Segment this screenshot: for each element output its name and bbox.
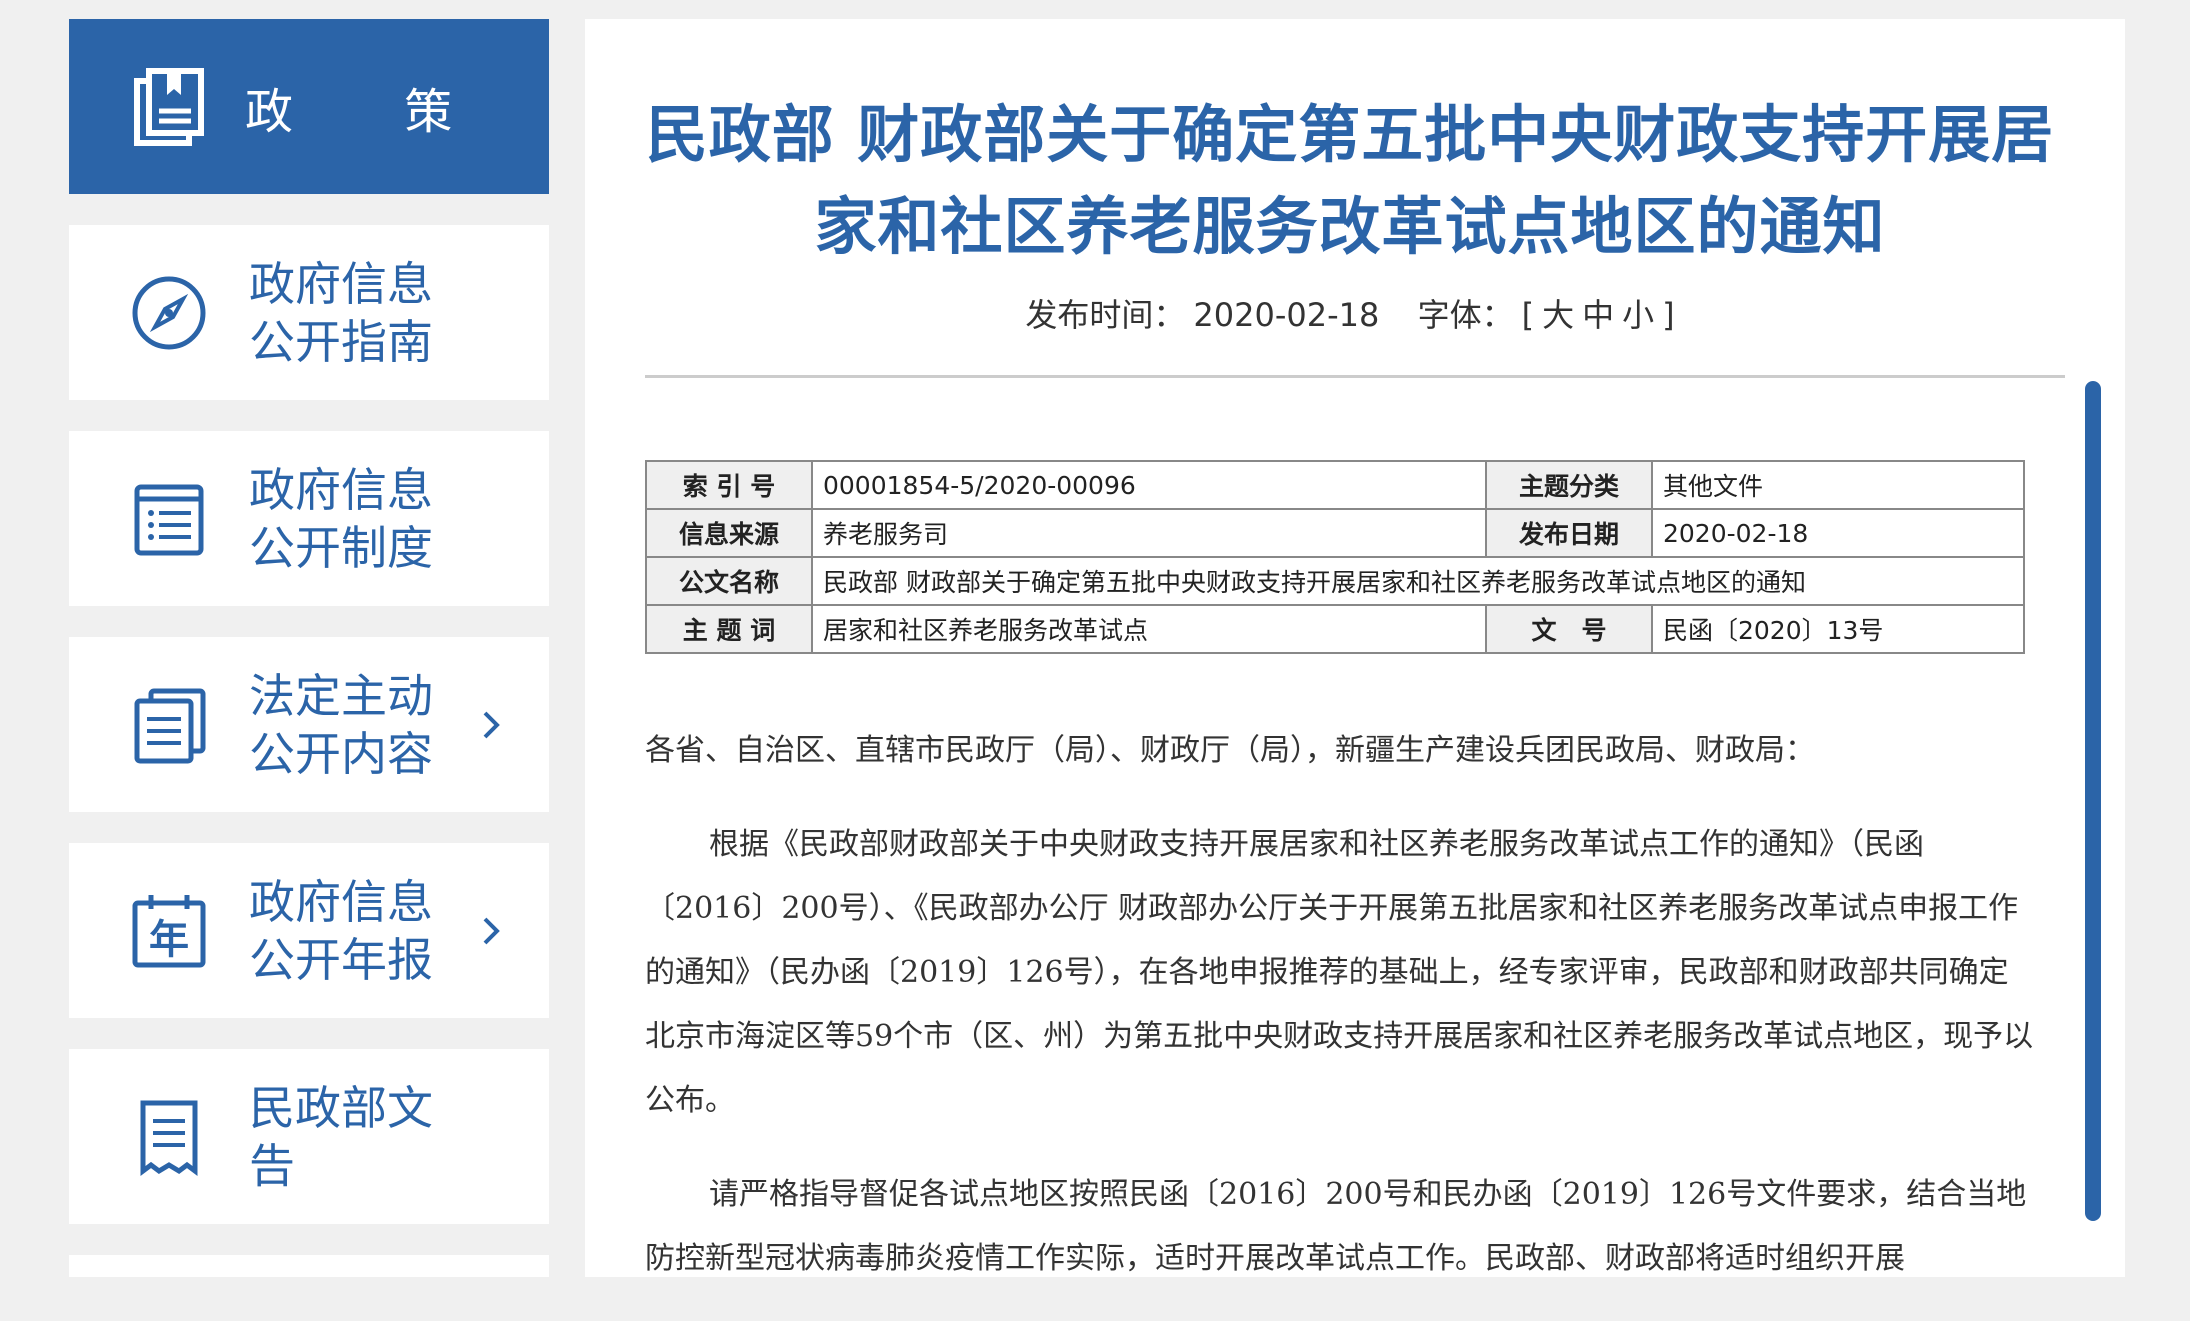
index-value: 00001854-5/2020-00096: [811, 460, 1487, 510]
svg-text:年: 年: [149, 917, 189, 963]
sidebar-item-label: 政府信息公开年报: [249, 874, 433, 987]
sidebar-item-label: 政府信息公开指南: [249, 256, 433, 369]
table-row: 公文名称 民政部 财政部关于确定第五批中央财政支持开展居家和社区养老服务改革试点…: [645, 556, 2025, 606]
sidebar-item-announcements[interactable]: 民政部文告: [69, 1049, 549, 1224]
font-bracket-close: ]: [1662, 296, 1675, 334]
date-value: 2020-02-18: [1651, 508, 2025, 558]
category-value: 其他文件: [1651, 460, 2025, 510]
sidebar-item-label: 政府信息公开制度: [249, 462, 433, 575]
date-label: 发布日期: [1485, 508, 1653, 558]
list-document-icon: [134, 484, 204, 555]
font-bracket-open: [: [1521, 296, 1535, 334]
scrollbar-thumb[interactable]: [2085, 381, 2101, 1221]
index-label: 索 引 号: [645, 460, 813, 510]
sidebar-item-system[interactable]: 政府信息公开制度: [69, 431, 549, 606]
chevron-right-icon: [483, 711, 500, 738]
keyword-value: 居家和社区养老服务改革试点: [811, 604, 1487, 654]
paragraph: 请严格指导督促各试点地区按照民函〔2016〕200号和民办函〔2019〕126号…: [645, 1177, 2027, 1276]
publish-date: 2020-02-18: [1193, 296, 1380, 334]
table-row: 主 题 词 居家和社区养老服务改革试点 文 号 民函〔2020〕13号: [645, 604, 2025, 654]
sidebar-item-annual-report[interactable]: 年 政府信息公开年报: [69, 843, 549, 1018]
name-label: 公文名称: [645, 556, 813, 606]
sidebar-item-label: 民政部文告: [249, 1080, 433, 1193]
table-row: 信息来源 养老服务司 发布日期 2020-02-18: [645, 508, 2025, 558]
font-size-large-link[interactable]: 大: [1542, 296, 1574, 334]
sidebar-item-guide[interactable]: 政府信息公开指南: [69, 225, 549, 400]
article-title: 民政部 财政部关于确定第五批中央财政支持开展居家和社区养老服务改革试点地区的通知: [645, 98, 2055, 263]
chevron-right-icon: [483, 917, 500, 944]
receipt-document-icon: [140, 1100, 198, 1176]
font-size-small-link[interactable]: 小: [1622, 296, 1654, 334]
table-row: 索 引 号 00001854-5/2020-00096 主题分类 其他文件: [645, 460, 2025, 510]
source-value: 养老服务司: [811, 508, 1487, 558]
document-info-table: 索 引 号 00001854-5/2020-00096 主题分类 其他文件 信息…: [645, 460, 2025, 654]
publish-label: 发布时间：: [1025, 296, 1186, 334]
category-label: 主题分类: [1485, 460, 1653, 510]
paragraph: 根据《民政部财政部关于中央财政支持开展居家和社区养老服务改革试点工作的通知》（民…: [645, 827, 2034, 1118]
sidebar-header-label: 政 策: [245, 83, 501, 140]
article-body: 各省、自治区、直辖市民政厅（局）、财政厅（局），新疆生产建设兵团民政局、财政局：…: [645, 719, 2035, 1321]
font-size-medium-link[interactable]: 中: [1582, 296, 1614, 334]
keyword-label: 主 题 词: [645, 604, 813, 654]
name-value: 民政部 财政部关于确定第五批中央财政支持开展居家和社区养老服务改革试点地区的通知: [811, 556, 2025, 606]
sidebar-item-label: 法定主动公开内容: [249, 668, 433, 781]
font-label: 字体：: [1417, 296, 1514, 334]
sidebar-header-policy[interactable]: 政 策: [69, 19, 549, 194]
sidebar-item-next[interactable]: [69, 1255, 549, 1277]
compass-icon: [132, 276, 206, 349]
document-book-icon: [134, 67, 204, 146]
docno-label: 文 号: [1485, 604, 1653, 654]
calendar-year-icon: 年: [132, 894, 206, 967]
docno-value: 民函〔2020〕13号: [1651, 604, 2025, 654]
stacked-documents-icon: [134, 688, 206, 763]
article-meta: 发布时间： 2020-02-18 字体：[大中小]: [625, 290, 2075, 336]
article-panel: 民政部 财政部关于确定第五批中央财政支持开展居家和社区养老服务改革试点地区的通知…: [585, 19, 2125, 1277]
title-divider: [645, 375, 2065, 378]
salutation: 各省、自治区、直辖市民政厅（局）、财政厅（局），新疆生产建设兵团民政局、财政局：: [645, 733, 1815, 768]
source-label: 信息来源: [645, 508, 813, 558]
sidebar-item-mandatory-content[interactable]: 法定主动公开内容: [69, 637, 549, 812]
